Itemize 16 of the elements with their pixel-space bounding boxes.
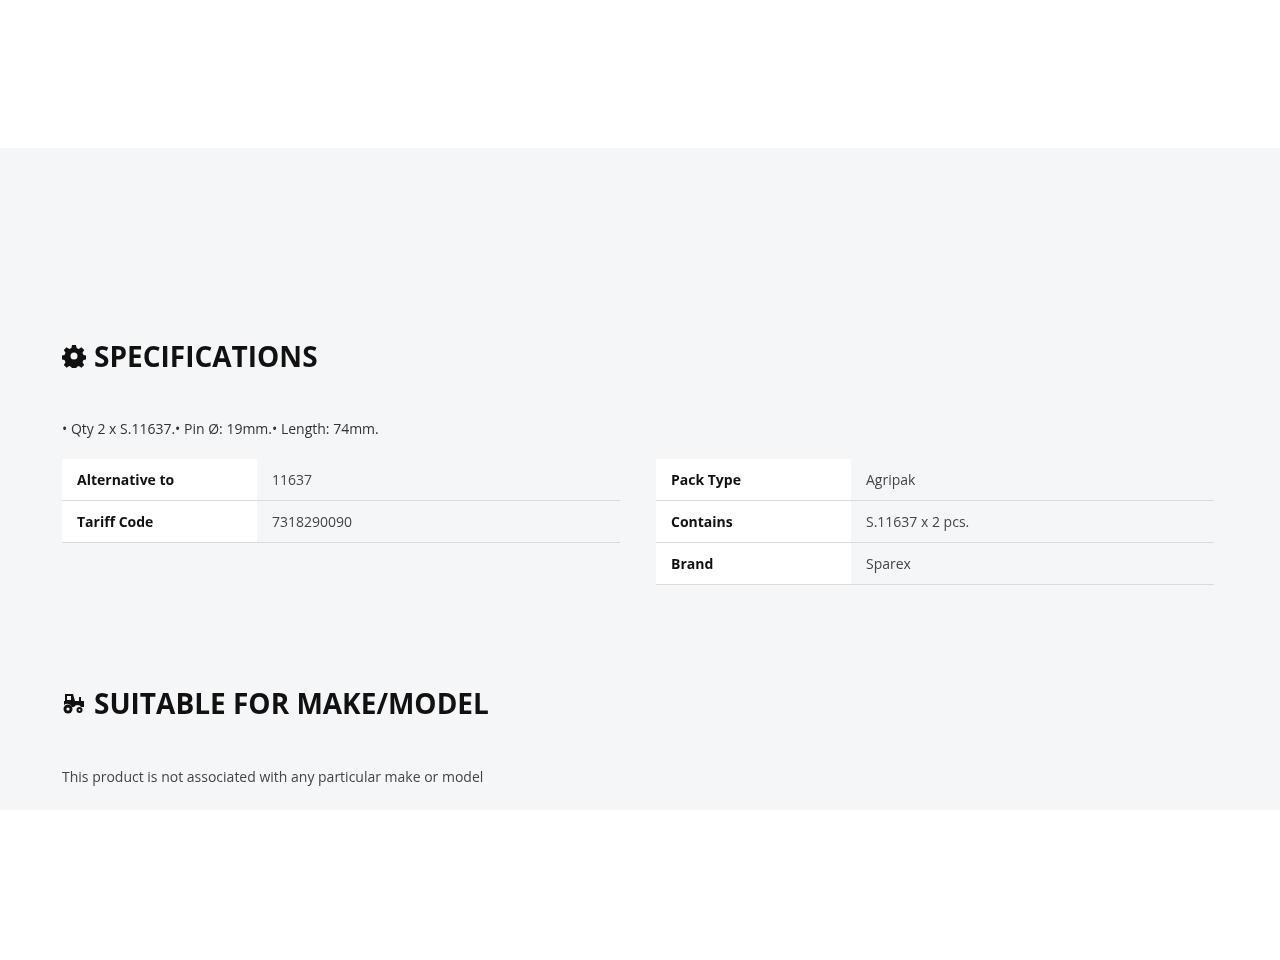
description-text: • Qty 2 x S.11637.• Pin Ø: 19mm.• Length: 74mm.: [62, 419, 380, 439]
spec-value: 7318290090: [257, 500, 620, 543]
spec-label: Brand: [656, 542, 851, 585]
section-heading: SUITABLE FOR MAKE/MODEL: [94, 684, 489, 722]
spec-label: Alternative to: [62, 459, 257, 501]
spec-label: Pack Type: [656, 459, 851, 501]
spec-label: Contains: [656, 500, 851, 543]
spec-value: Agripak: [851, 459, 1214, 501]
gear-icon: [62, 344, 86, 368]
tractor-icon: [62, 691, 86, 715]
spec-value: 11637: [257, 459, 620, 501]
spec-label: Tariff Code: [62, 500, 257, 543]
info-text: This product is not associated with any particular make or model: [62, 767, 485, 786]
spec-value: S.11637 x 2 pcs.: [851, 500, 1214, 543]
section-heading: SPECIFICATIONS: [94, 337, 318, 375]
spec-value: Sparex: [851, 542, 1214, 585]
